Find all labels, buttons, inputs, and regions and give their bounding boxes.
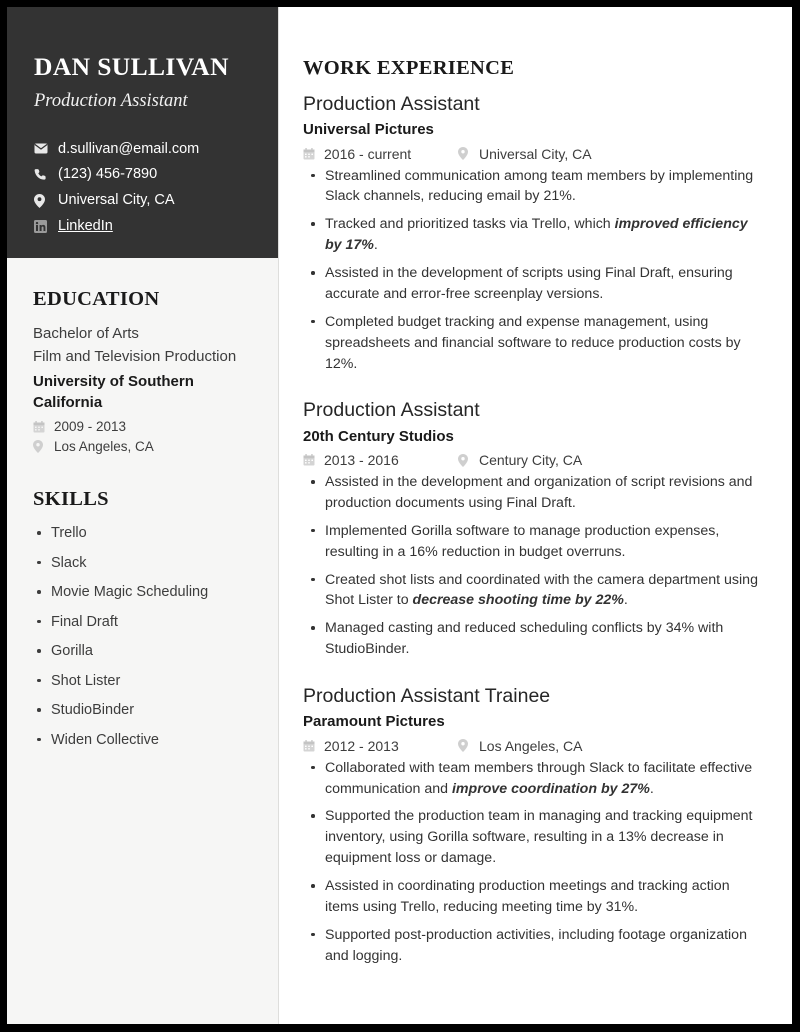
job-bullet: Collaborated with team members through S… — [303, 758, 766, 800]
job-location: Los Angeles, CA — [458, 738, 583, 754]
map-pin-icon — [458, 739, 475, 753]
calendar-icon — [303, 739, 320, 753]
calendar-icon — [303, 453, 320, 467]
job-bullet: Assisted in the development and organiza… — [303, 472, 766, 514]
contact-phone[interactable]: (123) 456-7890 — [34, 163, 251, 185]
job-dates-text: 2016 - current — [324, 145, 412, 162]
job-bullet-list: Streamlined communication among team mem… — [303, 166, 766, 375]
contact-email[interactable]: d.sullivan@email.com — [34, 138, 251, 160]
skill-item: Slack — [33, 552, 254, 574]
job-bullet: Supported post-production activities, in… — [303, 925, 766, 967]
education-location: Los Angeles, CA — [33, 439, 254, 454]
job-dates: 2016 - current — [303, 146, 458, 162]
calendar-icon — [33, 420, 50, 434]
education-heading: EDUCATION — [33, 288, 160, 310]
job-bullet: Streamlined communication among team mem… — [303, 166, 766, 208]
skills-section: SKILLS Trello Slack Movie Magic Scheduli… — [33, 488, 254, 751]
job-location-text: Universal City, CA — [479, 145, 592, 162]
job-company: Universal Pictures — [303, 121, 434, 139]
job-dates: 2012 - 2013 — [303, 738, 458, 754]
job-company: 20th Century Studios — [303, 427, 454, 445]
job-bullet: Assisted in coordinating production meet… — [303, 876, 766, 918]
education-degree: Bachelor of Arts — [33, 325, 139, 342]
resume-page: DAN SULLIVAN Production Assistant d.sull… — [0, 0, 800, 1032]
contact-phone-text: (123) 456-7890 — [58, 166, 158, 183]
job-bullet: Implemented Gorilla software to manage p… — [303, 521, 766, 563]
education-section: EDUCATION Bachelor of Arts Film and Tele… — [33, 288, 254, 454]
skill-item: Shot Lister — [33, 670, 254, 692]
job-dates-text: 2012 - 2013 — [324, 737, 399, 754]
job-entry: Production Assistant Universal Pictures 20… — [303, 92, 766, 374]
job-bullet: Managed casting and reduced scheduling c… — [303, 618, 766, 660]
job-bullet: Completed budget tracking and expense ma… — [303, 312, 766, 375]
main-column: WORK EXPERIENCE Production Assistant Univ… — [279, 7, 792, 1024]
education-location-text: Los Angeles, CA — [54, 439, 154, 454]
job-meta: 2012 - 2013 Los Angeles, CA — [303, 738, 766, 754]
calendar-icon — [303, 147, 320, 161]
job-bullet: Supported the production team in managin… — [303, 806, 766, 869]
candidate-job-title: Production Assistant — [34, 91, 188, 112]
job-title: Production Assistant — [303, 399, 480, 422]
contact-email-text: d.sullivan@email.com — [58, 140, 200, 157]
resume-sheet: DAN SULLIVAN Production Assistant d.sull… — [7, 7, 792, 1024]
job-dates: 2013 - 2016 — [303, 452, 458, 468]
job-bullet: Assisted in the development of scripts u… — [303, 263, 766, 305]
job-bullet-list: Assisted in the development and organiza… — [303, 472, 766, 660]
job-title: Production Assistant Trainee — [303, 685, 551, 708]
skill-item: Trello — [33, 522, 254, 544]
job-meta: 2016 - current Universal City, CA — [303, 146, 766, 162]
skill-item: Widen Collective — [33, 729, 254, 751]
phone-icon — [34, 167, 53, 182]
work-experience-heading: WORK EXPERIENCE — [303, 57, 515, 79]
map-pin-icon — [34, 193, 53, 208]
job-dates-text: 2013 - 2016 — [324, 452, 399, 469]
job-bullet: Created shot lists and coordinated with … — [303, 570, 766, 612]
contact-list: d.sullivan@email.com (123) 456-7890 Univ… — [34, 138, 251, 238]
contact-location-text: Universal City, CA — [58, 192, 175, 209]
education-field: Film and Television Production — [33, 348, 237, 366]
candidate-name: DAN SULLIVAN — [34, 52, 229, 81]
skills-list: Trello Slack Movie Magic Scheduling Fina… — [33, 522, 254, 751]
job-location: Century City, CA — [458, 452, 582, 468]
map-pin-icon — [458, 453, 475, 467]
contact-linkedin-text: LinkedIn — [58, 218, 113, 235]
contact-linkedin[interactable]: LinkedIn — [34, 215, 251, 237]
education-school: University of Southern California — [33, 372, 194, 412]
job-location: Universal City, CA — [458, 146, 592, 162]
skill-item: Final Draft — [33, 611, 254, 633]
map-pin-icon — [33, 440, 50, 454]
education-dates: 2009 - 2013 — [33, 419, 254, 434]
job-company: Paramount Pictures — [303, 713, 445, 731]
job-bullet-list: Collaborated with team members through S… — [303, 758, 766, 967]
sidebar-header: DAN SULLIVAN Production Assistant d.sull… — [7, 7, 278, 258]
skill-item: Gorilla — [33, 640, 254, 662]
job-title: Production Assistant — [303, 93, 480, 115]
skill-item: Movie Magic Scheduling — [33, 581, 254, 603]
work-experience-list: Production Assistant Universal Pictures 20… — [303, 92, 766, 967]
job-location-text: Century City, CA — [479, 452, 583, 469]
job-meta: 2013 - 2016 Century City, CA — [303, 452, 766, 468]
job-bullet: Tracked and prioritized tasks via Trello… — [303, 214, 766, 256]
job-entry: Production Assistant Trainee Paramount Pi… — [303, 684, 766, 966]
contact-location: Universal City, CA — [34, 189, 251, 211]
skills-heading: SKILLS — [33, 488, 109, 510]
job-entry: Production Assistant 20th Century Studios… — [303, 398, 766, 660]
sidebar-body: EDUCATION Bachelor of Arts Film and Tele… — [7, 258, 278, 751]
map-pin-icon — [458, 147, 475, 161]
linkedin-icon — [34, 219, 53, 234]
education-dates-text: 2009 - 2013 — [54, 419, 127, 434]
skill-item: StudioBinder — [33, 699, 254, 721]
envelope-icon — [34, 141, 53, 156]
sidebar: DAN SULLIVAN Production Assistant d.sull… — [7, 7, 279, 1024]
job-location-text: Los Angeles, CA — [479, 737, 583, 754]
